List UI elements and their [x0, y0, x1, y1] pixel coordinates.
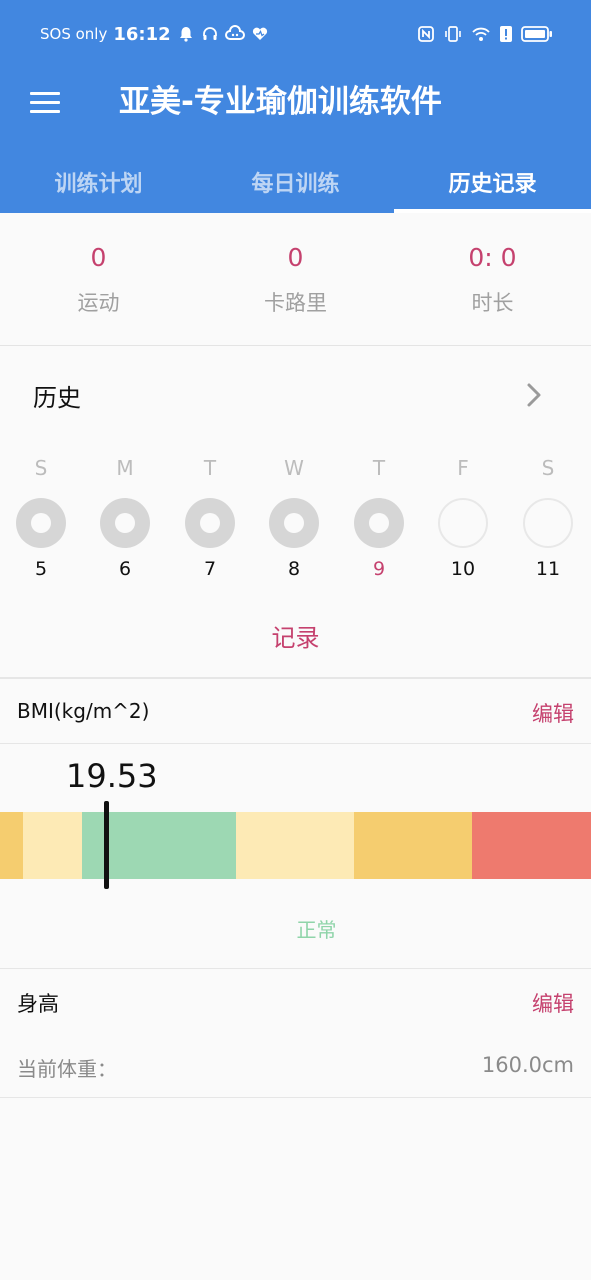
- headphones-icon: [202, 27, 217, 40]
- stat-calories: 0 卡路里: [197, 213, 394, 345]
- stat-value: 0: [90, 243, 107, 272]
- day-status-circle: [523, 498, 573, 548]
- stat-label: 卡路里: [264, 291, 327, 315]
- day-tue[interactable]: T 7: [180, 450, 240, 580]
- chevron-right-icon[interactable]: [520, 380, 548, 410]
- day-status-circle: [100, 498, 150, 548]
- tab-daily-training[interactable]: 每日训练: [197, 150, 394, 213]
- stat-label: 时长: [471, 291, 514, 315]
- day-status-circle: [269, 498, 319, 548]
- stats-summary: 0 运动 0 卡路里 0: 0 时长: [0, 213, 591, 346]
- clock-text: 16:12: [113, 23, 171, 45]
- stat-value: 0: [287, 243, 304, 272]
- day-letter: S: [34, 456, 48, 480]
- stat-label: 运动: [77, 291, 120, 315]
- day-letter: M: [116, 456, 134, 480]
- bmi-edit-button[interactable]: 编辑: [532, 698, 574, 728]
- history-title: 历史: [33, 384, 81, 412]
- bmi-segment-over: [236, 812, 354, 879]
- height-label: 身高: [17, 992, 59, 1016]
- stat-exercise: 0 运动: [0, 213, 197, 345]
- divider: [0, 1097, 591, 1098]
- menu-line: [30, 92, 60, 95]
- menu-line: [30, 110, 60, 113]
- stat-duration: 0: 0 时长: [394, 213, 591, 345]
- status-right: [417, 20, 553, 48]
- status-left: SOS only 16:12: [40, 20, 269, 48]
- bmi-status: 正常: [296, 918, 337, 942]
- app-header: SOS only 16:12 亚美-专业瑜伽训练软件 训练计划 每日训练 历史记…: [0, 0, 591, 213]
- day-status-circle: [185, 498, 235, 548]
- record-button[interactable]: 记录: [0, 618, 591, 653]
- battery-icon: [521, 26, 552, 42]
- vibrate-icon: [445, 26, 461, 42]
- day-status-circle: [16, 498, 66, 548]
- day-sat[interactable]: S 11: [518, 450, 578, 580]
- day-thu[interactable]: T 9: [349, 450, 409, 580]
- weight-label: 当前体重：: [17, 1057, 117, 1081]
- status-bar: SOS only 16:12: [0, 0, 591, 66]
- divider: [0, 677, 591, 679]
- day-status-circle: [354, 498, 404, 548]
- bmi-segment-severe: [472, 812, 591, 879]
- app-title: 亚美-专业瑜伽训练软件: [119, 84, 442, 120]
- tab-training-plan[interactable]: 训练计划: [0, 150, 197, 213]
- day-date: 10: [450, 558, 476, 580]
- day-letter: T: [372, 456, 386, 480]
- height-edit-button[interactable]: 编辑: [532, 988, 574, 1018]
- day-date: 8: [287, 558, 301, 580]
- bell-icon: [179, 27, 192, 42]
- wifi-icon: [472, 27, 490, 41]
- stat-value: 0: 0: [468, 243, 517, 272]
- day-letter: T: [203, 456, 217, 480]
- bmi-label: BMI(kg/m^2): [17, 699, 150, 723]
- divider: [0, 968, 591, 969]
- day-date: 11: [535, 558, 561, 580]
- bmi-segment-severe-under: [0, 812, 23, 879]
- menu-button[interactable]: [28, 86, 64, 120]
- day-status-circle: [438, 498, 488, 548]
- day-mon[interactable]: M 6: [95, 450, 155, 580]
- bmi-segment-obese: [354, 812, 472, 879]
- tab-history[interactable]: 历史记录: [394, 150, 591, 213]
- carrier-text: SOS only: [40, 25, 108, 43]
- day-letter: W: [284, 456, 304, 480]
- day-date: 5: [34, 558, 48, 580]
- heart-icon: [252, 27, 267, 40]
- menu-line: [30, 101, 60, 104]
- bmi-segment-under: [23, 812, 82, 879]
- bmi-value: 19.53: [66, 757, 158, 795]
- day-date-today: 9: [372, 558, 386, 580]
- bmi-scale-bar: [0, 812, 591, 879]
- cloud-icon: [224, 25, 245, 40]
- nfc-icon: [418, 26, 434, 42]
- day-fri[interactable]: F 10: [433, 450, 493, 580]
- day-date: 6: [118, 558, 132, 580]
- weight-value: 160.0cm: [481, 1053, 574, 1077]
- alert-icon: [500, 26, 512, 42]
- bmi-indicator: [104, 801, 109, 889]
- day-sun[interactable]: S 5: [11, 450, 71, 580]
- day-letter: S: [541, 456, 555, 480]
- day-wed[interactable]: W 8: [264, 450, 324, 580]
- divider: [0, 743, 591, 744]
- day-letter: F: [457, 456, 469, 480]
- tab-bar: 训练计划 每日训练 历史记录: [0, 150, 591, 213]
- day-date: 7: [203, 558, 217, 580]
